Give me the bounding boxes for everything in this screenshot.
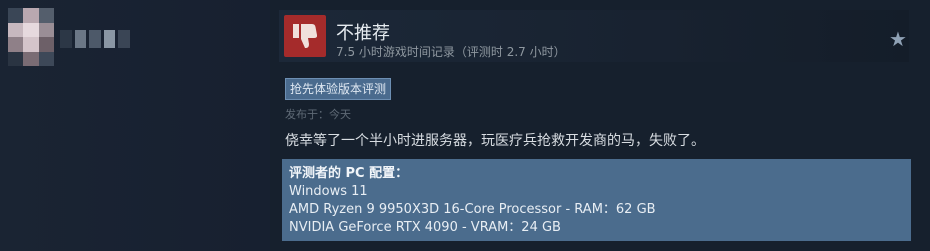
author-panel bbox=[0, 0, 270, 251]
posted-date: 发布于：今天 bbox=[285, 108, 351, 121]
author-name[interactable] bbox=[60, 30, 130, 48]
thumbs-down-icon-glyph bbox=[293, 24, 318, 48]
star-icon[interactable]: ★ bbox=[887, 28, 909, 50]
rating-title: 不推荐 bbox=[336, 23, 390, 44]
specs-title: 评测者的 PC 配置： bbox=[289, 166, 409, 181]
review-card: 不推荐 7.5 小时游戏时间记录（评测时 2.7 小时） ★ 抢先体验版本评测 … bbox=[0, 0, 930, 251]
avatar[interactable] bbox=[8, 8, 54, 66]
playtime: 7.5 小时游戏时间记录（评测时 2.7 小时） bbox=[336, 45, 566, 59]
review-header: 不推荐 7.5 小时游戏时间记录（评测时 2.7 小时） bbox=[279, 10, 909, 62]
specs-os: Windows 11 bbox=[289, 184, 368, 199]
thumbs-down-icon bbox=[284, 15, 326, 57]
specs-gpu: NVIDIA GeForce RTX 4090 - VRAM：24 GB bbox=[289, 220, 561, 235]
pc-specs-box: 评测者的 PC 配置： Windows 11 AMD Ryzen 9 9950X… bbox=[282, 159, 911, 241]
early-access-badge: 抢先体验版本评测 bbox=[285, 78, 392, 100]
specs-cpu: AMD Ryzen 9 9950X3D 16-Core Processor - … bbox=[289, 202, 656, 217]
review-text: 侥幸等了一个半小时进服务器，玩医疗兵抢救开发商的马，失败了。 bbox=[285, 133, 705, 149]
